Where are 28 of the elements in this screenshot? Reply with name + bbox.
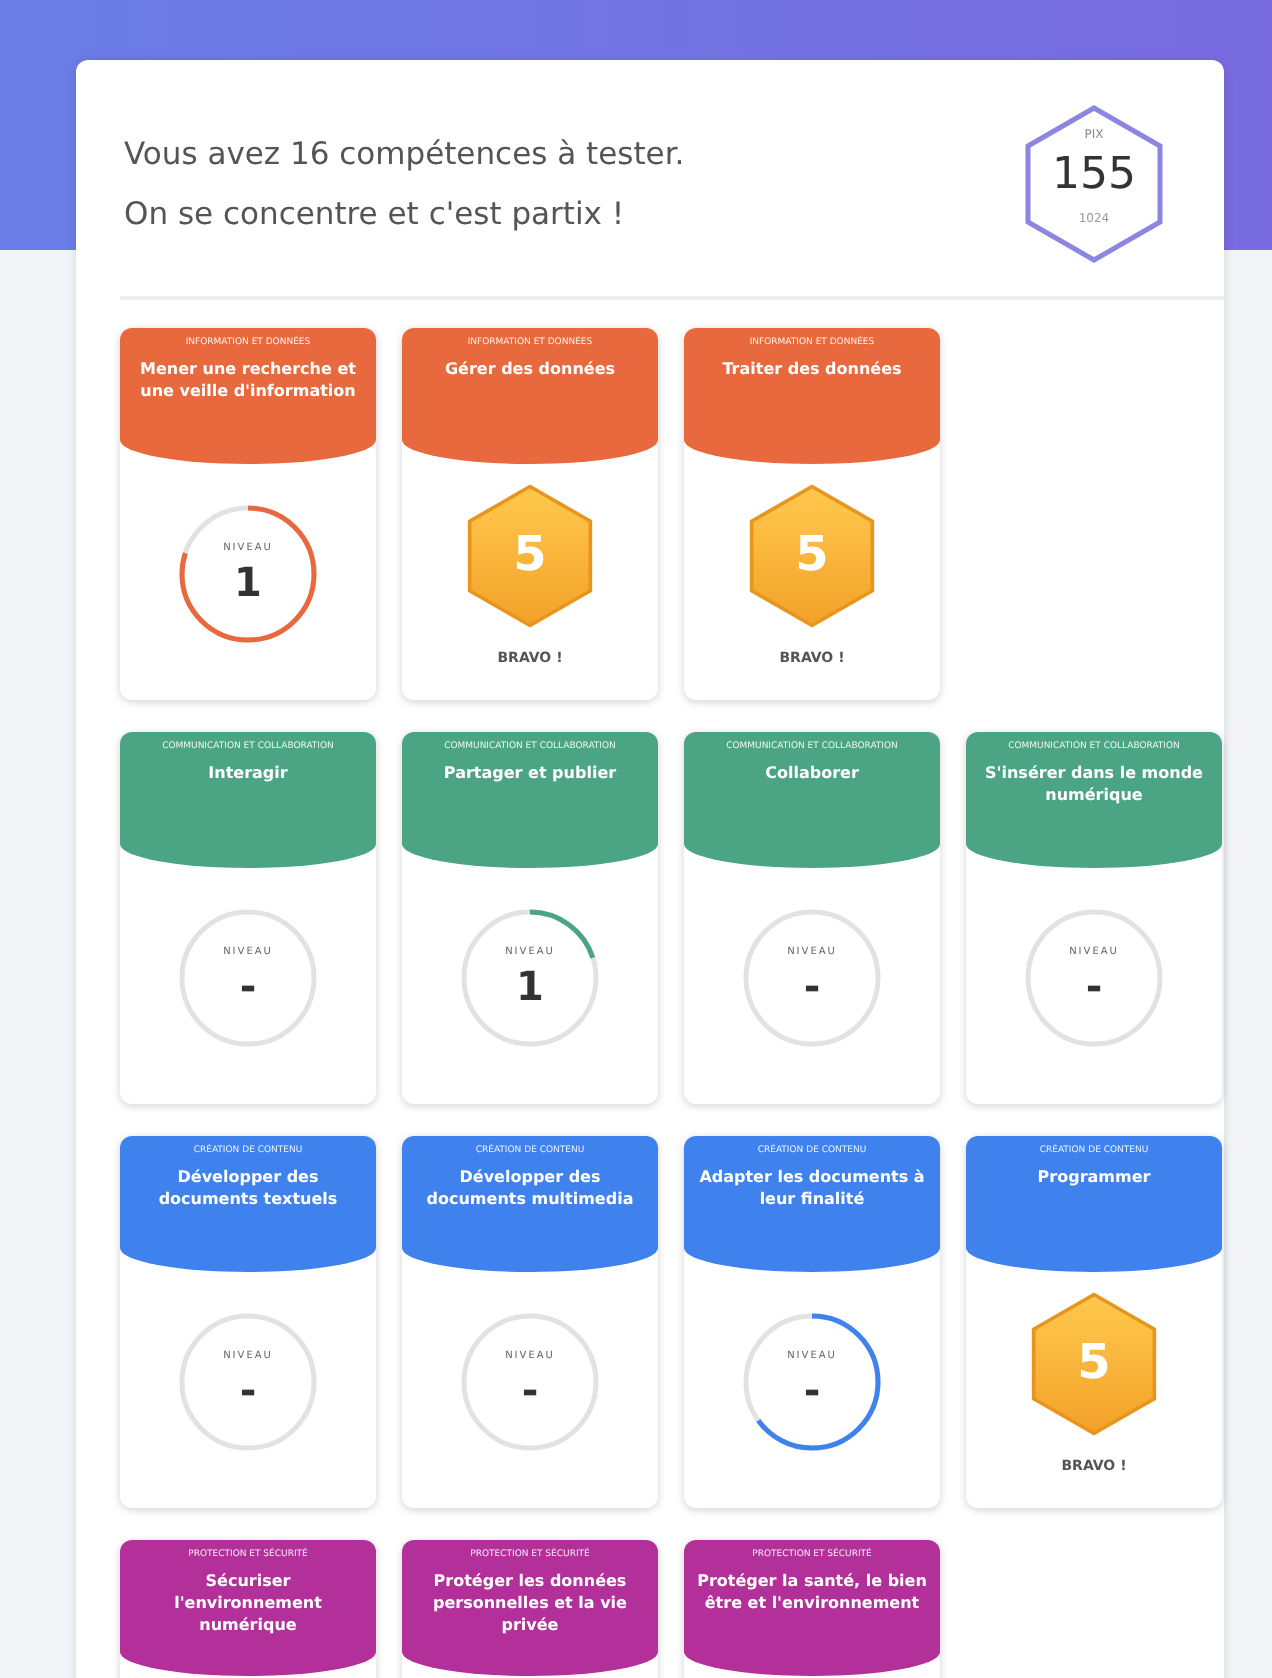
level-value: - [237,1366,259,1414]
competence-title: Mener une recherche et une veille d'information [138,358,358,402]
competence-title: Partager et publier [443,762,617,784]
competence-title: Adapter les documents à leur finalité [697,1166,927,1210]
level-value: - [519,1366,541,1414]
pix-score: 155 [1050,150,1138,200]
intro-text: On se concentre et c'est partix ! [124,194,627,236]
competence-title: Sécuriser l'environnement numérique [172,1570,324,1636]
level-value: - [237,962,259,1010]
competence-title: Collaborer [765,762,859,784]
badge-level: 5 [793,526,831,582]
competence-title: Traiter des données [722,358,902,380]
level-value: - [801,1366,823,1414]
competence-title: Protéger les données personnelles et la vie privée [431,1570,629,1636]
competence-title: Protéger la santé, le bien être et l'environnement [695,1570,929,1614]
level-value: - [801,962,823,1010]
competence-title: Gérer des données [444,358,616,380]
intro-text: Vous avez 16 compétences à tester. [124,134,685,176]
level-value: 1 [514,962,546,1010]
competence-title: Interagir [208,762,288,784]
competence-title: S'insérer dans le monde numérique [983,762,1205,806]
level-value: 1 [232,558,264,606]
competence-title: Développer des documents textuels [156,1166,340,1210]
competence-title: Développer des documents multimedia [424,1166,636,1210]
badge-level: 5 [1075,1334,1113,1390]
competence-title: Programmer [1037,1166,1151,1188]
badge-level: 5 [511,526,549,582]
level-value: - [1083,962,1105,1010]
